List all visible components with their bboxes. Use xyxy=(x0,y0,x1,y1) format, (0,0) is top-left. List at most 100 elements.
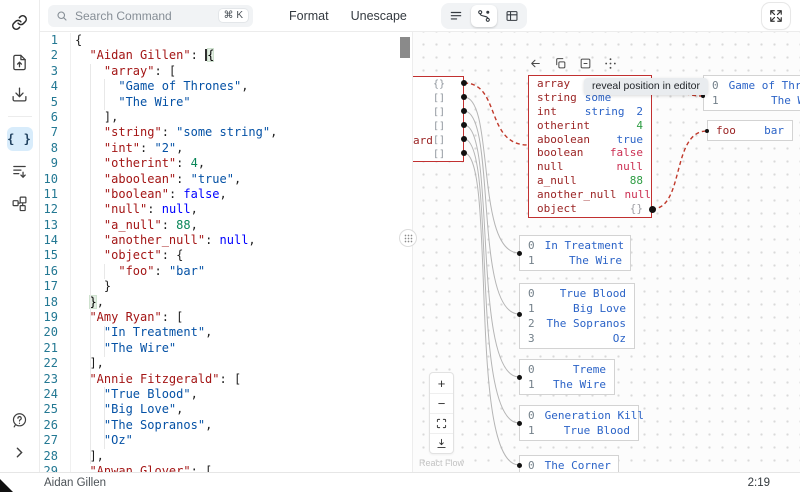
help-icon[interactable] xyxy=(7,408,33,432)
connection-handle xyxy=(461,122,467,128)
expand-sidebar-chevron-icon[interactable] xyxy=(7,440,33,464)
editor-line[interactable]: 1{ xyxy=(40,33,398,48)
node-key-value-row[interactable]: a_null88 xyxy=(529,174,651,188)
array-node[interactable]: 0Generation Kill1True Blood xyxy=(519,405,639,441)
line-content: }, xyxy=(71,295,104,310)
react-flow-attribution[interactable]: React Flow xyxy=(419,458,464,468)
selected-object-node[interactable]: arraystringsome stringint2otherint4abool… xyxy=(528,75,652,218)
line-content: "The Wire" xyxy=(71,95,191,110)
line-content: "another_null": null, xyxy=(71,233,256,248)
back-icon[interactable] xyxy=(528,56,543,71)
editor-line[interactable]: 24 "True Blood", xyxy=(40,387,398,402)
node-row: 0The Corner xyxy=(520,458,618,472)
download-icon[interactable] xyxy=(7,82,33,106)
editor-line[interactable]: 16 "foo": "bar" xyxy=(40,264,398,279)
left-sidebar: { } xyxy=(0,0,40,472)
editor-line[interactable]: 6 ], xyxy=(40,110,398,125)
editor-line[interactable]: 10 "aboolean": "true", xyxy=(40,172,398,187)
unescape-button[interactable]: Unescape xyxy=(351,9,407,23)
editor-line[interactable]: 22 ], xyxy=(40,356,398,371)
line-number: 24 xyxy=(40,387,71,402)
tooltip: reveal position in editor xyxy=(584,78,708,95)
editor-lines: 1{2 "Aidan Gillen": {3 "array": [4 "Game… xyxy=(40,33,398,472)
app-logo-icon[interactable] xyxy=(7,10,33,34)
editor-line[interactable]: 12 "null": null, xyxy=(40,202,398,217)
import-file-icon[interactable] xyxy=(7,50,33,74)
panel-resize-handle[interactable] xyxy=(399,229,417,247)
editor-line[interactable]: 2 "Aidan Gillen": { xyxy=(40,48,398,63)
object-node[interactable]: foobar xyxy=(707,120,793,141)
editor-line[interactable]: 28 ], xyxy=(40,449,398,464)
editor-line[interactable]: 18 }, xyxy=(40,295,398,310)
editor-line[interactable]: 25 "Big Love", xyxy=(40,402,398,417)
array-node[interactable]: 0Treme1The Wire xyxy=(519,359,615,395)
editor-scrollbar[interactable] xyxy=(400,37,410,58)
editor-line[interactable]: 23 "Annie Fitzgerald": [ xyxy=(40,372,398,387)
editor-line[interactable]: 8 "int": "2", xyxy=(40,141,398,156)
status-cursor-position: 2:19 xyxy=(748,477,770,489)
node-key-value-row[interactable]: otherint4 xyxy=(529,119,651,133)
editor-line[interactable]: 11 "boolean": false, xyxy=(40,187,398,202)
editor-line[interactable]: 27 "Oz" xyxy=(40,433,398,448)
array-node[interactable]: 0In Treatment1The Wire xyxy=(519,235,631,271)
search-input[interactable]: Search Command ⌘ K xyxy=(48,5,253,27)
text-view-button[interactable] xyxy=(443,5,469,27)
line-content: } xyxy=(71,279,111,294)
editor-line[interactable]: 15 "object": { xyxy=(40,248,398,263)
node-key-value-row[interactable]: another_nullnull xyxy=(529,188,651,202)
zoom-in-button[interactable]: + xyxy=(430,373,453,393)
root-node-row[interactable]: Aidan Gillen{} xyxy=(412,78,463,92)
graph-canvas[interactable]: Aidan Gillen{}Amy Ryan[]Annie Fitzgerald… xyxy=(412,32,800,472)
view-switcher xyxy=(441,3,527,29)
indent-guide xyxy=(104,326,105,357)
editor-line[interactable]: 20 "In Treatment", xyxy=(40,325,398,340)
node-row: 1True Blood xyxy=(520,423,638,438)
array-node[interactable]: 0True Blood1Big Love2The Sopranos3Oz xyxy=(519,283,635,349)
editor-line[interactable]: 5 "The Wire" xyxy=(40,95,398,110)
root-node-row[interactable]: Anwan Glover[] xyxy=(412,120,463,134)
table-view-button[interactable] xyxy=(499,5,525,27)
collapse-node-icon[interactable] xyxy=(578,56,593,71)
editor-line[interactable]: 19 "Amy Ryan": [ xyxy=(40,310,398,325)
editor-line[interactable]: 4 "Game of Thrones", xyxy=(40,79,398,94)
json-editor-tool-icon[interactable]: { } xyxy=(7,127,33,151)
root-node-row[interactable]: Amy Ryan[] xyxy=(412,92,463,106)
zoom-out-button[interactable]: − xyxy=(430,393,453,413)
format-button[interactable]: Format xyxy=(289,9,329,23)
connection-handle xyxy=(517,463,522,468)
line-number: 21 xyxy=(40,341,71,356)
root-node-row[interactable]: Clarke Peters[] xyxy=(412,148,463,162)
line-content: "Annie Fitzgerald": [ xyxy=(71,372,241,387)
fullscreen-button[interactable] xyxy=(762,3,790,29)
json-code-editor[interactable]: 1{2 "Aidan Gillen": {3 "array": [4 "Game… xyxy=(40,32,412,472)
copy-node-icon[interactable] xyxy=(553,56,568,71)
editor-line[interactable]: 29 "Anwan Glover": [ xyxy=(40,464,398,472)
fit-view-button[interactable] xyxy=(430,413,453,433)
focus-node-icon[interactable] xyxy=(603,56,618,71)
graph-view-button[interactable] xyxy=(471,5,497,27)
format-code-icon[interactable] xyxy=(7,159,33,183)
node-key-value-row[interactable]: abooleantrue xyxy=(529,133,651,147)
array-node[interactable]: 0The Corner xyxy=(519,455,619,472)
root-json-node[interactable]: Aidan Gillen{}Amy Ryan[]Annie Fitzgerald… xyxy=(412,76,464,162)
editor-line[interactable]: 17 } xyxy=(40,279,398,294)
editor-line[interactable]: 9 "otherint": 4, xyxy=(40,156,398,171)
editor-line[interactable]: 13 "a_null": 88, xyxy=(40,218,398,233)
array-node[interactable]: 0Game of Thrones1The Wire xyxy=(703,75,800,111)
line-content: "aboolean": "true", xyxy=(71,172,241,187)
node-tools-icon[interactable] xyxy=(7,191,33,215)
node-key-value-row[interactable]: object{} xyxy=(529,202,651,216)
node-key-value-row[interactable]: booleanfalse xyxy=(529,146,651,160)
line-content: "int": "2", xyxy=(71,141,183,156)
line-number: 23 xyxy=(40,372,71,387)
editor-line[interactable]: 14 "another_null": null, xyxy=(40,233,398,248)
node-key-value-row[interactable]: nullnull xyxy=(529,160,651,174)
line-content: "string": "some string", xyxy=(71,125,277,140)
export-image-button[interactable] xyxy=(430,433,453,453)
editor-line[interactable]: 7 "string": "some string", xyxy=(40,125,398,140)
root-node-row[interactable]: Annie Fitzgerald[] xyxy=(412,106,463,120)
editor-line[interactable]: 26 "The Sopranos", xyxy=(40,418,398,433)
editor-line[interactable]: 21 "The Wire" xyxy=(40,341,398,356)
editor-line[interactable]: 3 "array": [ xyxy=(40,64,398,79)
root-node-row[interactable]: Alexander Skarsgard[] xyxy=(412,134,463,148)
